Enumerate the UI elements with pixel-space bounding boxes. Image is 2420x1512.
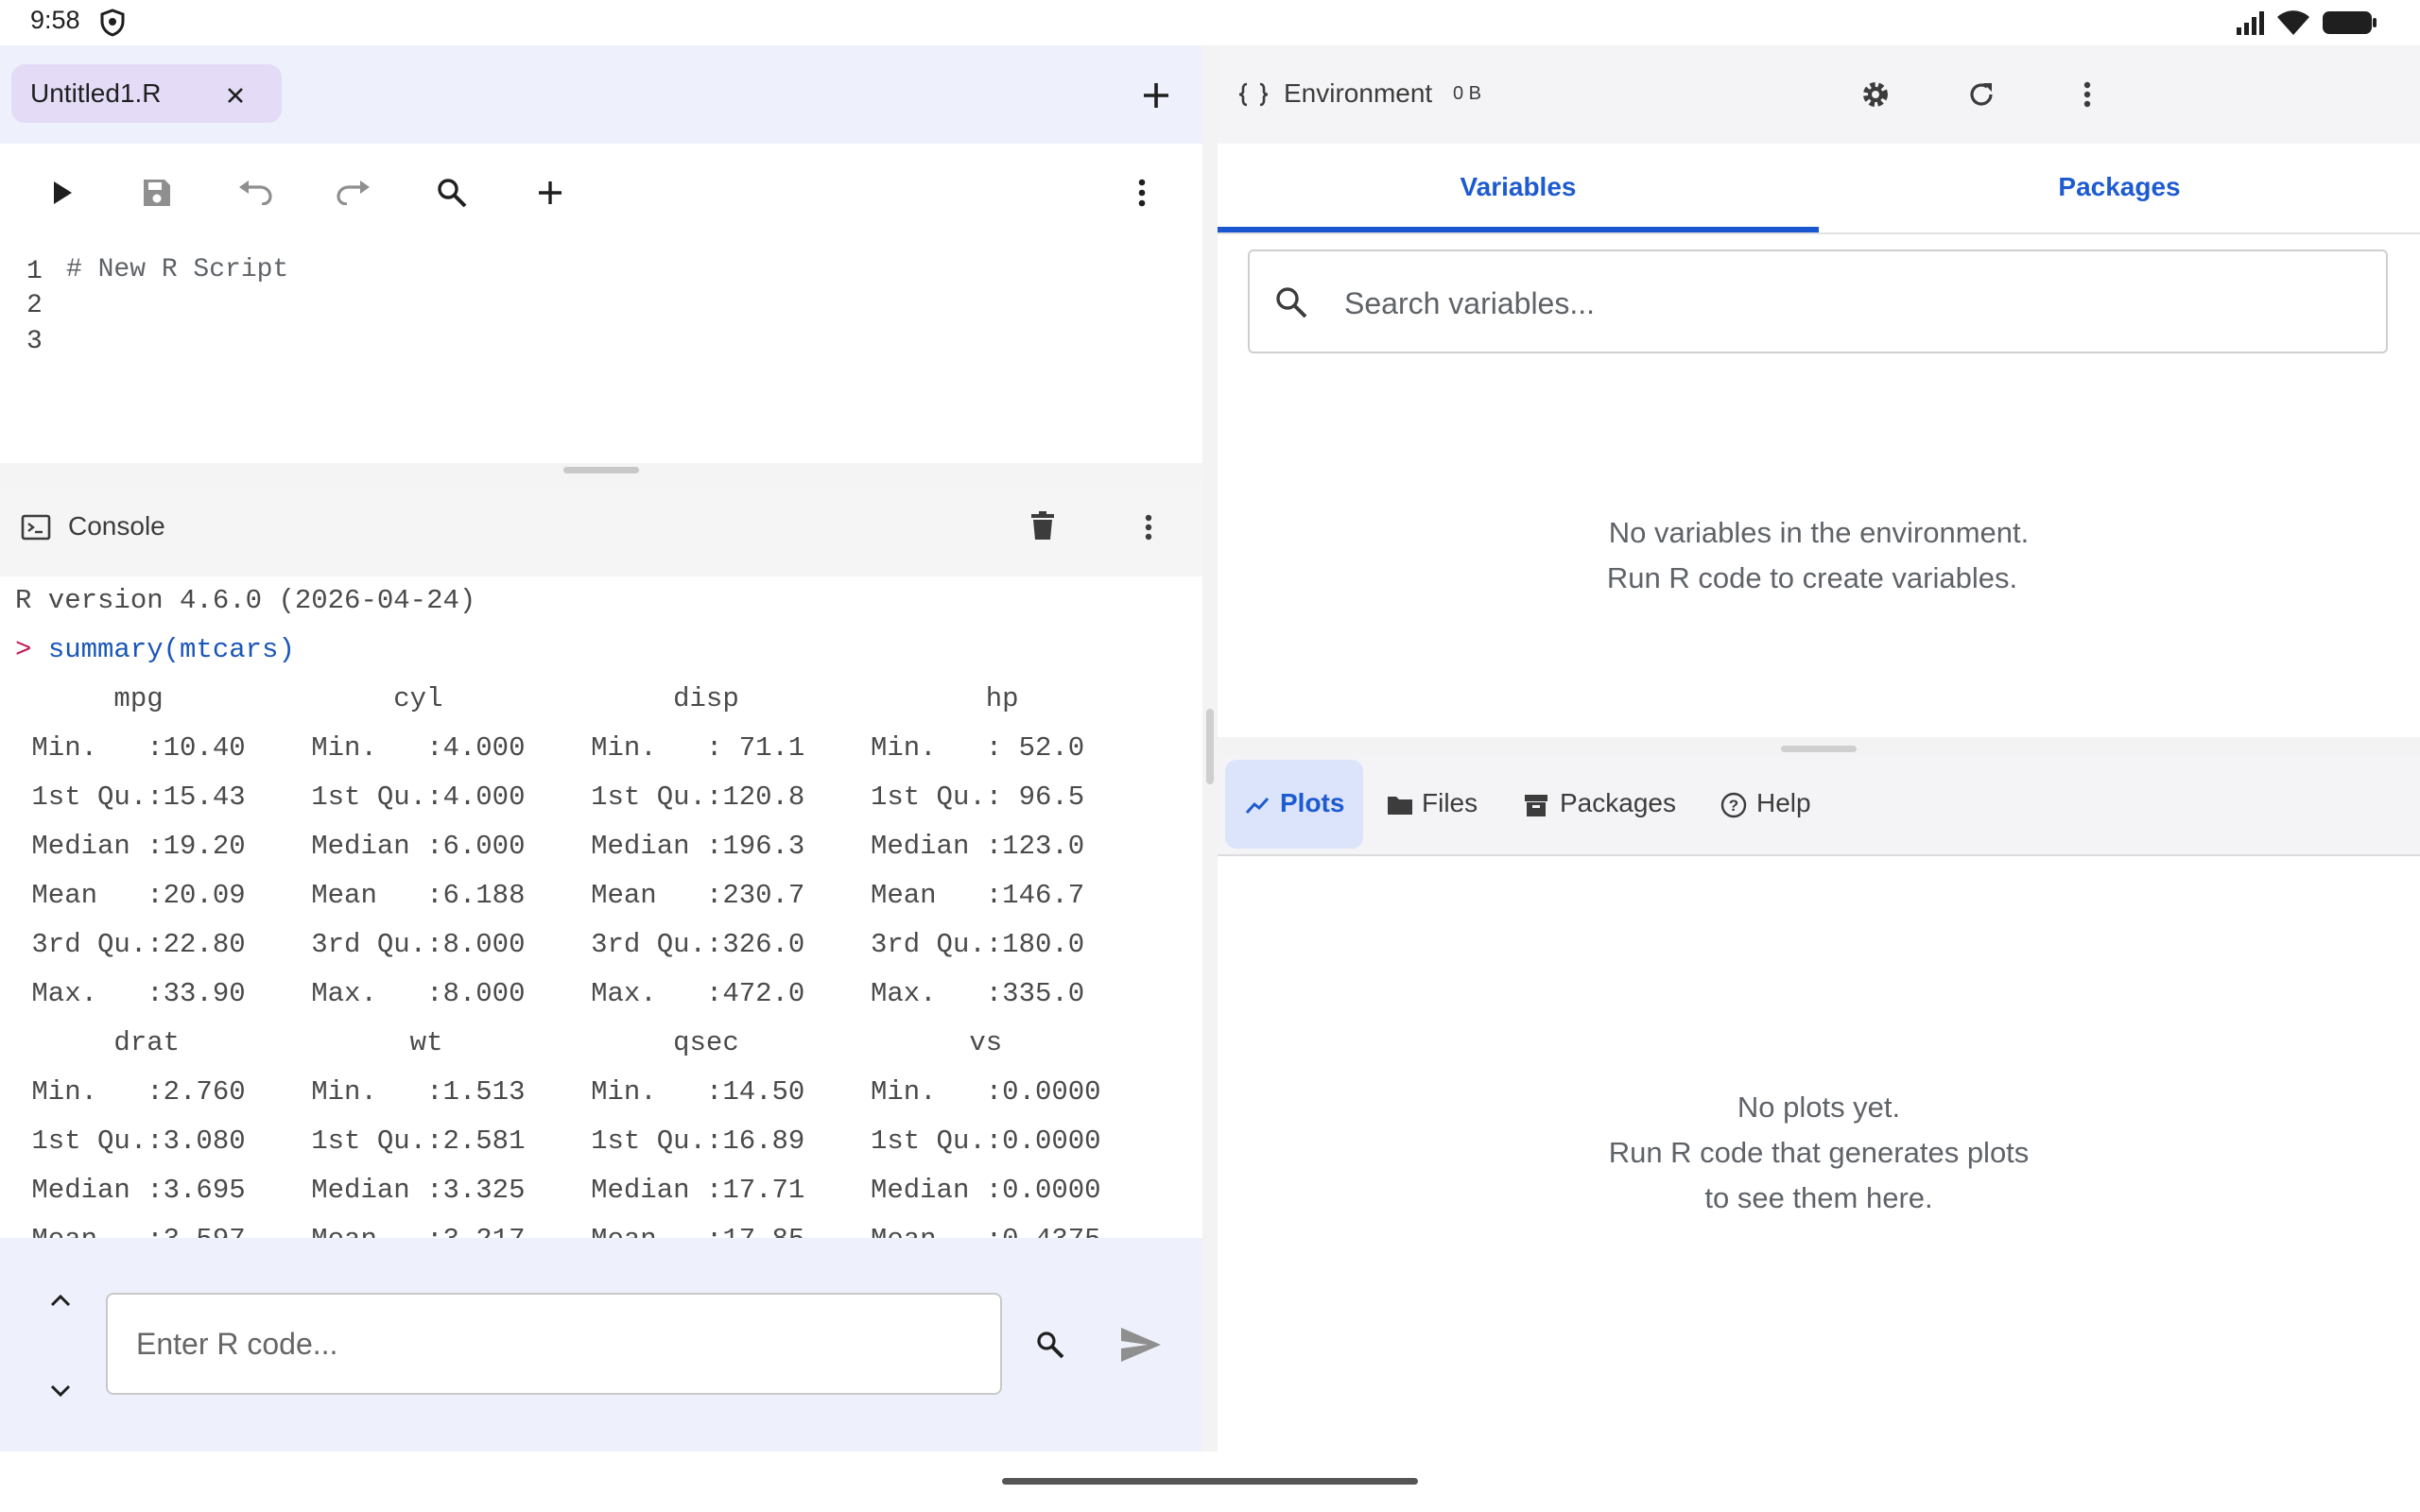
console-line: Mean :3.597 Mean :3.217 Mean :17.85 Mean…: [15, 1215, 1100, 1238]
line-number: 2: [26, 291, 43, 320]
tab-plots-label: Plots: [1280, 788, 1345, 817]
package-archive-icon: [1522, 790, 1550, 820]
environment-size: 0 B: [1453, 83, 1482, 104]
console-search-icon[interactable]: [1032, 1327, 1068, 1363]
terminal-icon: [19, 512, 53, 542]
settings-gear-icon[interactable]: [1857, 76, 1894, 113]
empty-plots-line-1: No plots yet.: [1737, 1091, 1901, 1124]
console-command: summary(mtcars): [47, 634, 295, 665]
wifi-icon: [2276, 9, 2310, 37]
vpn-shield-icon: [98, 8, 127, 38]
console-line: 1st Qu.:3.080 1st Qu.:2.581 1st Qu.:16.8…: [15, 1125, 1101, 1157]
empty-plots-line-2: Run R code that generates plots: [1608, 1136, 2030, 1169]
search-icon[interactable]: [431, 172, 473, 214]
search-icon: [1272, 284, 1310, 321]
folder-icon: [1386, 790, 1414, 820]
gesture-nav-bar: [1002, 1478, 1418, 1485]
clear-console-trash-icon[interactable]: [1027, 507, 1059, 544]
console-line: Min. :2.760 Min. :1.513 Min. :14.50 Min.…: [15, 1076, 1101, 1108]
empty-env-line-2: Run R code to create variables.: [1606, 561, 2018, 594]
status-bar: [0, 0, 2420, 45]
console-line: 3rd Qu.:22.80 3rd Qu.:8.000 3rd Qu.:326.…: [15, 929, 1085, 960]
console-line: Mean :20.09 Mean :6.188 Mean :230.7 Mean…: [15, 880, 1085, 911]
console-line: Median :3.695 Median :3.325 Median :17.7…: [15, 1175, 1101, 1206]
tab-files[interactable]: Files: [1422, 788, 1478, 818]
splitter-handle[interactable]: [563, 467, 639, 473]
braces-icon: [1235, 77, 1272, 112]
svg-text:?: ?: [1729, 797, 1738, 815]
redo-icon[interactable]: [333, 172, 374, 214]
refresh-icon[interactable]: [1962, 76, 2000, 113]
search-variables-input[interactable]: [1342, 280, 2367, 327]
help-icon: ?: [1719, 790, 1749, 820]
send-icon[interactable]: [1115, 1321, 1167, 1368]
console-prompt: >: [15, 634, 32, 665]
console-command-line: > summary(mtcars): [15, 626, 295, 675]
file-tab-label: Untitled1.R: [30, 78, 162, 108]
console-more-icon[interactable]: [1132, 510, 1165, 544]
run-icon[interactable]: [42, 172, 83, 214]
active-tab-indicator: [1218, 227, 1819, 232]
status-clock: 9:58: [30, 6, 80, 34]
console-line: Median :19.20 Median :6.000 Median :196.…: [15, 831, 1085, 862]
new-file-plus-icon[interactable]: [1134, 74, 1178, 117]
console-line: drat wt qsec vs: [15, 1027, 1003, 1058]
history-down-icon[interactable]: [42, 1374, 79, 1408]
console-line: 1st Qu.:15.43 1st Qu.:4.000 1st Qu.:120.…: [15, 782, 1085, 813]
console-line: Min. :10.40 Min. :4.000 Min. : 71.1 Min.…: [15, 732, 1085, 764]
close-tab-icon[interactable]: [219, 79, 251, 112]
r-code-input[interactable]: [106, 1293, 1002, 1395]
history-up-icon[interactable]: [42, 1283, 79, 1317]
save-icon[interactable]: [136, 172, 178, 214]
console-title: Console: [68, 511, 165, 541]
code-editor[interactable]: 1 # New R Script 2 3: [0, 242, 1202, 463]
console-line: R version 4.6.0 (2026-04-24): [15, 585, 476, 616]
right-splitter-handle[interactable]: [1781, 746, 1857, 752]
chart-line-icon: [1244, 788, 1270, 822]
signal-icon: [2237, 9, 2271, 36]
console-header: [0, 482, 1202, 576]
editor-toolbar: [0, 144, 1202, 242]
tab-bar-divider: [1218, 232, 2420, 234]
undo-icon[interactable]: [234, 172, 276, 214]
editor-more-icon[interactable]: [1121, 172, 1163, 214]
tab-help[interactable]: Help: [1756, 788, 1811, 818]
tab-variables[interactable]: Variables: [1218, 172, 1819, 202]
tab-packages-bottom[interactable]: Packages: [1560, 788, 1676, 818]
line-number: 1: [26, 257, 43, 286]
empty-plots-line-3: to see them here.: [1704, 1181, 1933, 1214]
empty-env-line-1: No variables in the environment.: [1608, 516, 2030, 549]
pane-divider-handle[interactable]: [1206, 709, 1214, 784]
console-line: Max. :33.90 Max. :8.000 Max. :472.0 Max.…: [15, 978, 1085, 1009]
code-line: # New R Script: [66, 255, 289, 284]
battery-icon: [2322, 9, 2378, 36]
insert-plus-icon[interactable]: [529, 172, 571, 214]
tab-packages[interactable]: Packages: [1819, 172, 2420, 202]
line-number: 3: [26, 327, 43, 356]
environment-more-icon[interactable]: [2070, 77, 2104, 112]
console-line: mpg cyl disp hp: [15, 683, 1019, 714]
console-output: R version 4.6.0 (2026-04-24) > summary(m…: [0, 576, 1202, 1238]
environment-title: Environment: [1284, 78, 1433, 108]
